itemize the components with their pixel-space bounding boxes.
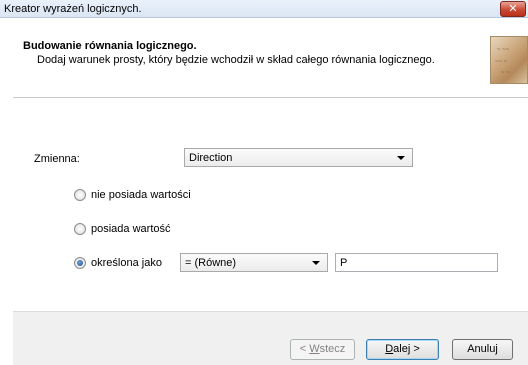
window-frame-left (0, 18, 13, 365)
compare-value-field[interactable] (335, 253, 498, 272)
back-button[interactable]: < Wstecz (290, 339, 355, 360)
header-subheading: Dodaj warunek prosty, który będzie wchod… (37, 54, 435, 66)
operator-select-value: = (Równe) (185, 257, 237, 269)
operator-select[interactable]: = (Równe) (180, 253, 328, 272)
back-button-label: stecz (319, 343, 346, 355)
next-button-accel: D (385, 343, 394, 355)
next-button-label: alej > (393, 343, 420, 355)
close-button[interactable]: ✕ (500, 1, 526, 17)
dialog-window: Kreator wyrażeń logicznych. ✕ Budowanie … (0, 0, 528, 365)
window-title: Kreator wyrażeń logicznych. (4, 3, 142, 15)
compare-value-input[interactable] (336, 254, 497, 271)
back-button-prefix: < (299, 343, 310, 355)
header-heading: Budowanie równania logicznego. (23, 40, 197, 52)
variable-select-value: Direction (189, 152, 233, 164)
radio-button[interactable] (74, 223, 86, 235)
wizard-header: Budowanie równania logicznego. Dodaj war… (13, 18, 528, 98)
radio-defined-as-label: określona jako (91, 257, 162, 269)
radio-no-value-label: nie posiada wartości (91, 189, 191, 201)
header-image-icon: ~ ~~ ~~ ~ ~ ~ (490, 36, 528, 84)
chevron-down-icon (397, 156, 405, 160)
close-icon: ✕ (508, 2, 518, 15)
variable-select[interactable]: Direction (184, 148, 413, 167)
variable-label: Zmienna: (34, 153, 80, 165)
wizard-footer: < Wstecz Dalej > Anuluj (13, 311, 528, 365)
radio-button[interactable] (74, 189, 86, 201)
title-bar[interactable]: Kreator wyrażeń logicznych. ✕ (0, 0, 528, 18)
wizard-content: Zmienna: Direction nie posiada wartości … (13, 99, 528, 311)
next-button[interactable]: Dalej > (366, 339, 439, 360)
cancel-button[interactable]: Anuluj (452, 339, 513, 360)
chevron-down-icon (312, 261, 320, 265)
back-button-accel: W (309, 343, 320, 355)
radio-button-checked[interactable] (74, 257, 86, 269)
radio-has-value-label: posiada wartość (91, 223, 171, 235)
cancel-button-label: Anuluj (467, 343, 498, 355)
